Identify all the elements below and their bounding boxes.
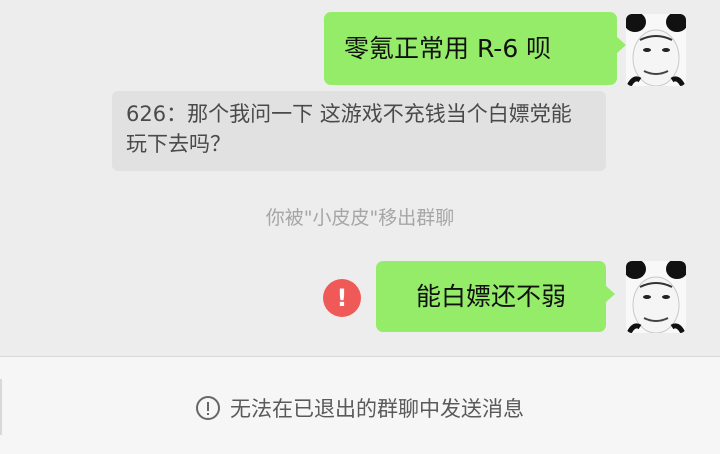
chat-area: 零氪正常用 R-6 呗 626：那个我问一下 这游戏不充钱当个白嫖党能玩下去吗？… xyxy=(0,0,720,356)
user-avatar[interactable] xyxy=(626,261,686,333)
panda-meme-avatar-icon xyxy=(626,14,686,86)
outgoing-message-bubble[interactable]: 能白嫖还不弱 xyxy=(376,261,615,332)
quoted-message[interactable]: 626：那个我问一下 这游戏不充钱当个白嫖党能玩下去吗？ xyxy=(112,91,606,171)
outgoing-message-bubble[interactable]: 零氪正常用 R-6 呗 xyxy=(324,12,626,85)
system-message: 你被"小皮皮"移出群聊 xyxy=(265,207,455,229)
footer-notice: 无法在已退出的群聊中发送消息 xyxy=(0,393,720,423)
exclamation-icon[interactable]: ! xyxy=(323,279,361,317)
footer-notice-text: 无法在已退出的群聊中发送消息 xyxy=(230,397,524,421)
chat-footer: 无法在已退出的群聊中发送消息 xyxy=(0,356,720,454)
panda-meme-avatar-icon xyxy=(626,261,686,333)
user-avatar[interactable] xyxy=(626,14,686,86)
info-icon xyxy=(196,396,220,420)
